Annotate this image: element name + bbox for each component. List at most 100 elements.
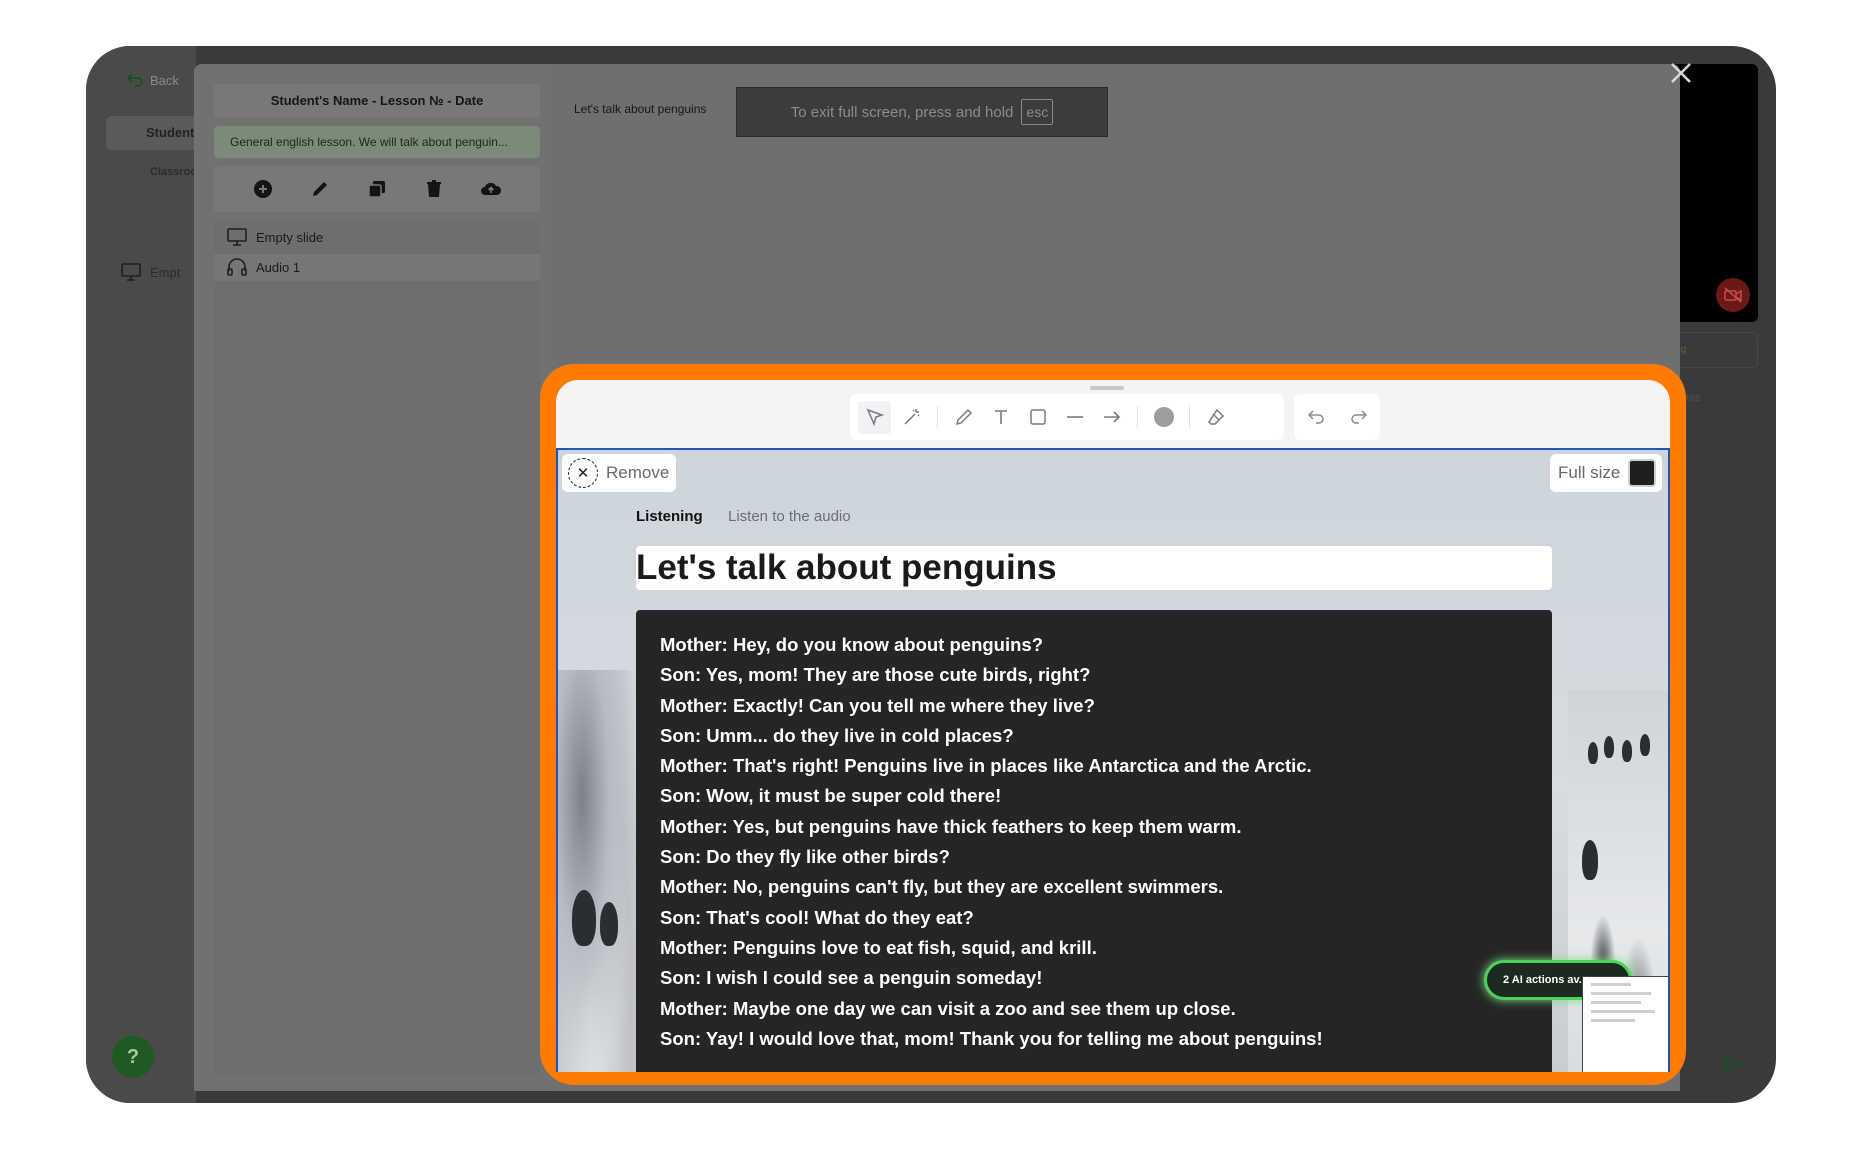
background-slide-item[interactable]: Empt (120, 262, 180, 282)
camera-off-button[interactable] (1716, 278, 1750, 312)
dialogue-line: Mother: Exactly! Can you tell me where t… (660, 694, 1095, 716)
undo-button[interactable] (1299, 401, 1332, 434)
select-tool[interactable] (858, 400, 891, 434)
rectangle-tool[interactable] (1021, 401, 1054, 434)
delete-slide-button[interactable] (423, 178, 445, 200)
dialogue-line: Son: Yes, mom! They are those cute birds… (660, 664, 1091, 686)
penguin-shape (600, 902, 618, 946)
line-icon (1066, 416, 1083, 418)
eraser-icon (1207, 408, 1224, 425)
select-icon (866, 408, 884, 427)
remove-button[interactable]: ✕ Remove (562, 454, 676, 492)
lesson-title[interactable]: Student's Name - Lesson № - Date (214, 84, 540, 118)
color-dot-icon (1153, 407, 1174, 427)
trash-icon (427, 180, 442, 197)
arrow-tool[interactable] (1095, 401, 1128, 434)
penguin-shape (572, 890, 596, 946)
penguin-shape (1640, 734, 1650, 756)
send-icon (1722, 1054, 1744, 1074)
activity-instruction: Listen to the audio (728, 508, 851, 525)
rectangle-icon (1029, 409, 1046, 425)
thumbnail-line (1591, 992, 1651, 995)
fullscreen-banner-text: To exit full screen, press and hold (790, 103, 1014, 121)
monitor-icon (227, 228, 247, 246)
camera-off-icon (1724, 287, 1742, 303)
thumbnail-preview[interactable] (1582, 976, 1668, 1072)
full-size-button[interactable]: Full size (1550, 454, 1662, 492)
redo-icon (1350, 410, 1367, 424)
slide-item-audio[interactable]: Audio 1 (226, 256, 300, 278)
dialogue-line: Mother: Maybe one day we can visit a zoo… (660, 997, 1236, 1019)
lesson-description[interactable]: General english lesson. We will talk abo… (214, 126, 540, 158)
canvas-slide-title: Let's talk about penguins (574, 102, 707, 116)
eraser-tool[interactable] (1199, 401, 1232, 434)
dialogue-line: Mother: No, penguins can't fly, but they… (660, 876, 1224, 898)
penguin-shape (1588, 742, 1598, 764)
full-size-swatch (1628, 459, 1657, 487)
magic-wand-icon (903, 409, 920, 425)
dialogue-line: Son: Do they fly like other birds? (660, 846, 950, 868)
slide-item-label: Audio 1 (256, 259, 301, 275)
classroom-tab[interactable]: Classroo (106, 166, 197, 178)
plus-circle-icon (253, 180, 272, 198)
dialogue-line: Son: Yay! I would love that, mom! Thank … (660, 1027, 1323, 1049)
magic-tool[interactable] (895, 401, 928, 434)
classroom-tab-label: Classroo (150, 166, 198, 178)
text-tool[interactable] (984, 401, 1017, 434)
penguin-shape (1582, 840, 1598, 880)
card-title-text: Let's talk about penguins (636, 548, 1057, 587)
toolbar-divider (1137, 406, 1138, 428)
toolbar-divider (937, 406, 938, 428)
drag-handle[interactable] (1090, 386, 1124, 390)
dialogue-line: Son: Umm... do they live in cold places? (660, 724, 1014, 746)
background-sidebar (86, 46, 196, 1103)
cloud-upload-icon (481, 182, 502, 195)
dialogue-line: Mother: Hey, do you know about penguins? (660, 634, 1044, 655)
thumbnail-line (1591, 1001, 1641, 1004)
help-button[interactable]: ? (112, 1036, 154, 1078)
close-button[interactable] (1664, 56, 1698, 90)
background-slide-label: Empt (150, 264, 181, 280)
pen-icon (955, 408, 972, 426)
history-toolbar (1294, 394, 1380, 440)
dialogue-line: Mother: Yes, but penguins have thick fea… (660, 815, 1242, 837)
back-link[interactable]: Back (126, 72, 179, 88)
upload-button[interactable] (480, 178, 502, 200)
listening-card[interactable]: ✕ Remove Full size Listening Listen to t… (556, 448, 1670, 1072)
full-size-label: Full size (1558, 463, 1621, 482)
dialogue-line: Son: Wow, it must be super cold there! (660, 785, 1002, 807)
duplicate-slide-button[interactable] (366, 178, 388, 200)
add-slide-button[interactable] (252, 178, 274, 200)
dialogue-line: Son: That's cool! What do they eat? (660, 906, 974, 928)
headphones-icon (227, 258, 247, 276)
pen-tool[interactable] (947, 401, 980, 434)
penguin-shape (1622, 740, 1632, 762)
help-label: ? (126, 1046, 140, 1068)
dialogue-line: Mother: That's right! Penguins live in p… (660, 755, 1312, 777)
redo-button[interactable] (1342, 401, 1375, 434)
edit-slide-button[interactable] (309, 178, 331, 200)
copy-icon (368, 181, 385, 198)
drawing-toolbar (850, 394, 1284, 440)
close-icon: ✕ (568, 458, 598, 488)
slide-tools (214, 166, 540, 212)
penguin-photo-left (558, 670, 638, 1072)
color-picker[interactable] (1147, 401, 1180, 434)
line-tool[interactable] (1058, 401, 1091, 434)
back-label: Back (150, 72, 179, 88)
thumbnail-line (1591, 983, 1631, 986)
back-arrow-icon (126, 73, 143, 87)
student-tab-label: Student (146, 125, 195, 140)
card-title[interactable]: Let's talk about penguins (636, 546, 1552, 590)
fullscreen-banner: To exit full screen, press and hold esc (736, 87, 1108, 137)
slide-list (214, 220, 540, 1074)
dialogue-text[interactable]: Mother: Hey, do you know about penguins?… (636, 610, 1552, 1072)
whiteboard-panel: ✕ Remove Full size Listening Listen to t… (556, 380, 1670, 1072)
text-icon (994, 410, 1007, 424)
arrow-icon (1103, 411, 1120, 423)
remove-label: Remove (606, 463, 670, 482)
thumbnail-line (1591, 1010, 1655, 1013)
penguin-shape (1604, 736, 1614, 758)
slide-item-empty[interactable]: Empty slide (226, 226, 323, 248)
send-button[interactable] (1722, 1054, 1744, 1079)
